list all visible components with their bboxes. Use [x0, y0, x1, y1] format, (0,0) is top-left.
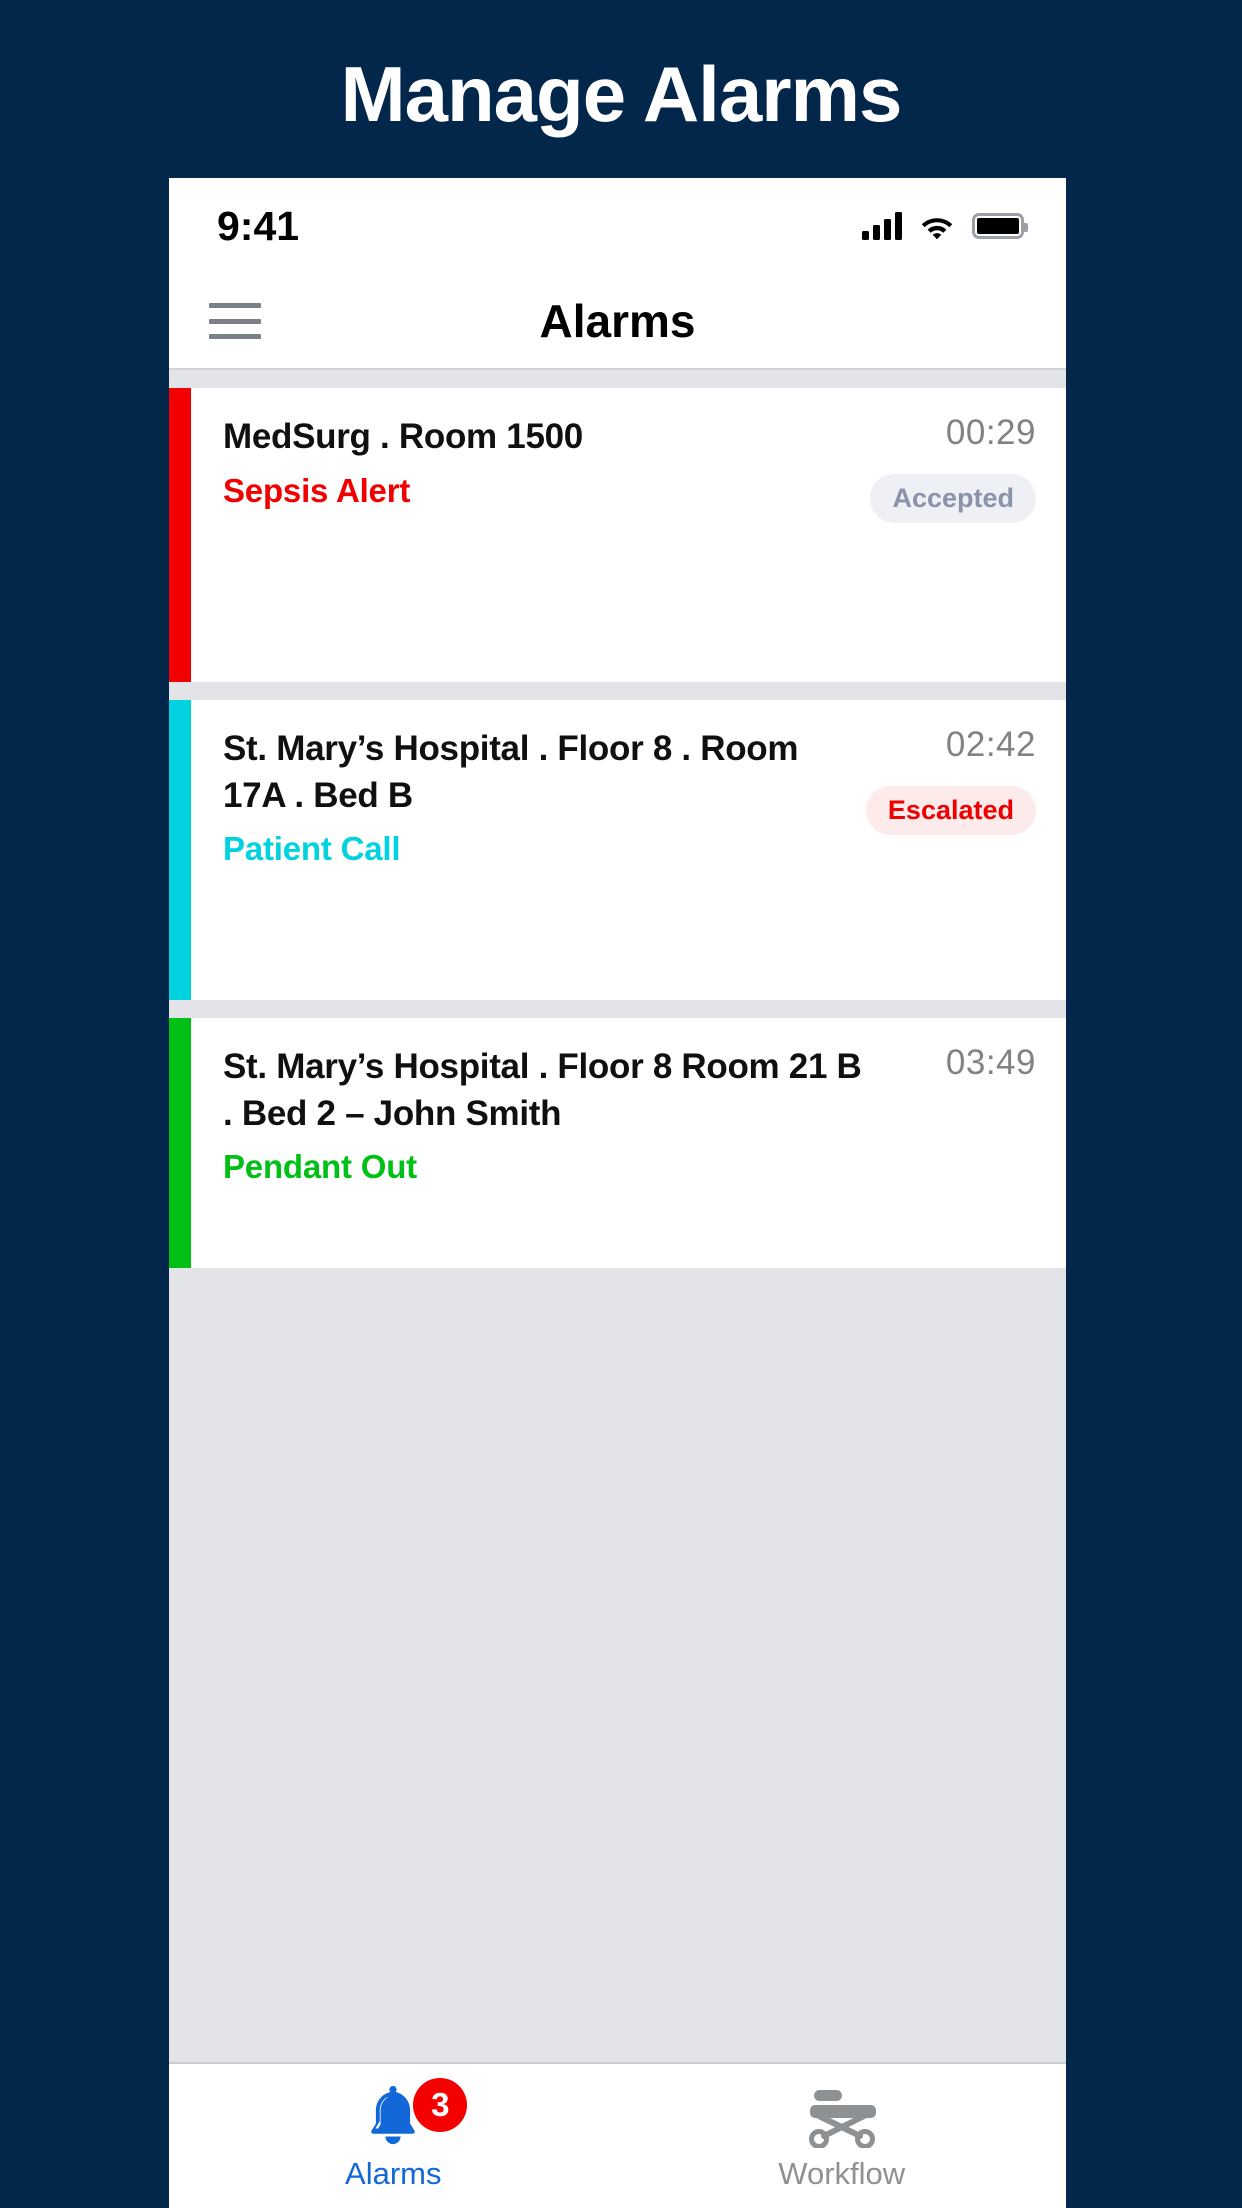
nav-title: Alarms — [539, 295, 696, 347]
status-badge[interactable]: Accepted — [870, 473, 1036, 523]
stretcher-icon — [800, 2082, 884, 2152]
alarm-card[interactable]: MedSurg . Room 1500 Sepsis Alert 00:29 A… — [169, 388, 1066, 682]
battery-icon — [972, 213, 1028, 239]
alarm-severity-accent — [169, 1018, 191, 1268]
alarm-card[interactable]: St. Mary’s Hospital . Floor 8 Room 21 B … — [169, 1018, 1066, 1268]
status-bar-icons — [862, 212, 1028, 240]
bottom-tab-bar: 3 Alarms Workflow — [169, 2062, 1066, 2208]
alarm-type: Pendant Out — [223, 1148, 417, 1186]
page-banner: Manage Alarms — [0, 0, 1242, 178]
wifi-icon — [919, 212, 955, 240]
tab-alarms[interactable]: 3 Alarms — [169, 2064, 618, 2189]
status-bar-time: 9:41 — [217, 202, 300, 249]
bell-icon: 3 — [361, 2078, 468, 2152]
alarm-list[interactable]: MedSurg . Room 1500 Sepsis Alert 00:29 A… — [169, 370, 1066, 2062]
alarm-location: St. Mary’s Hospital . Floor 8 Room 21 B … — [223, 1047, 862, 1133]
alarm-type: Sepsis Alert — [223, 471, 411, 509]
tab-label-alarms: Alarms — [345, 2156, 442, 2191]
alarm-location: MedSurg . Room 1500 — [223, 417, 583, 456]
list-gap — [169, 370, 1066, 388]
list-gap — [169, 1000, 1066, 1018]
tab-workflow[interactable]: Workflow — [618, 2064, 1067, 2189]
list-gap — [169, 682, 1066, 700]
alarms-badge-count: 3 — [413, 2078, 468, 2132]
page-title: Manage Alarms — [340, 50, 903, 138]
status-badge[interactable]: Escalated — [865, 785, 1036, 835]
hamburger-menu-icon[interactable] — [209, 303, 261, 339]
tab-label-workflow: Workflow — [778, 2156, 906, 2191]
alarm-type: Patient Call — [223, 830, 401, 868]
status-bar: 9:41 — [169, 178, 1066, 274]
alarm-severity-accent — [169, 700, 191, 1000]
alarm-timer: 03:49 — [945, 1043, 1036, 1082]
alarm-timer: 02:42 — [945, 725, 1036, 764]
alarm-card[interactable]: St. Mary’s Hospital . Floor 8 . Room 17A… — [169, 700, 1066, 1000]
alarm-location: St. Mary’s Hospital . Floor 8 . Room 17A… — [223, 729, 799, 815]
cellular-signal-icon — [862, 212, 902, 240]
alarm-severity-accent — [169, 388, 191, 682]
app-nav-bar: Alarms — [169, 274, 1066, 370]
phone-screen: 9:41 Alarms MedSurg . Room 1500 Sepsis A… — [169, 178, 1066, 2208]
alarm-timer: 00:29 — [945, 413, 1036, 452]
